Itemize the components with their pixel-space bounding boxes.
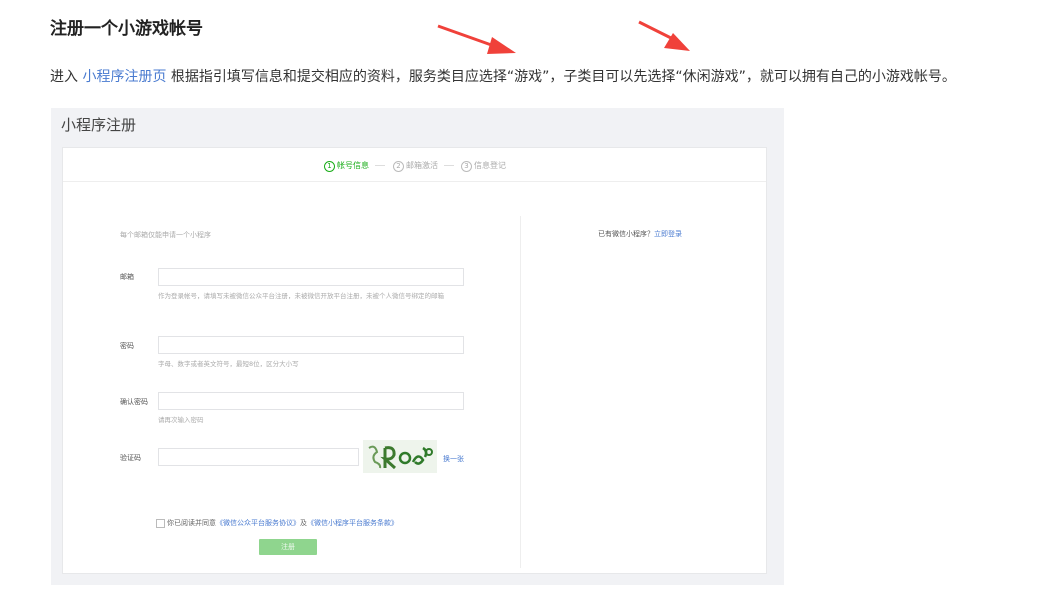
email-field[interactable] <box>158 268 464 286</box>
step-number: 2 <box>393 161 404 172</box>
captcha-glyphs <box>368 445 433 470</box>
step-indicator: 1 帐号信息 2 邮箱激活 3 信息登记 <box>63 148 766 182</box>
form-note: 每个邮箱仅能申请一个小程序 <box>120 231 211 239</box>
password-hint: 字母、数字或者英文符号，最短8位，区分大小写 <box>158 360 299 368</box>
step-account-info: 1 帐号信息 <box>324 160 369 172</box>
service-agreement-link[interactable]: 《微信公众平台服务协议》 <box>216 519 300 527</box>
captcha-image[interactable] <box>363 440 437 473</box>
step-separator <box>444 165 454 166</box>
registration-screenshot: 小程序注册 1 帐号信息 2 邮箱激活 3 信息登记 每个邮箱仅能申请一个小程序 邮箱… <box>51 108 784 585</box>
confirm-password-field[interactable] <box>158 392 464 410</box>
existing-account-prompt: 已有微信小程序？立即登录 <box>598 229 682 239</box>
step-email-activation: 2 邮箱激活 <box>393 160 438 172</box>
column-divider <box>520 216 521 568</box>
email-label: 邮箱 <box>120 273 134 281</box>
captcha-label: 验证码 <box>120 454 141 462</box>
step-info-registration: 3 信息登记 <box>461 160 506 172</box>
agree-mid: 及 <box>300 519 307 527</box>
password-field[interactable] <box>158 336 464 354</box>
login-link[interactable]: 立即登录 <box>654 230 682 238</box>
agreement-text: 你已阅读并同意《微信公众平台服务协议》及《微信小程序平台服务条款》 <box>167 518 398 528</box>
agree-prefix: 你已阅读并同意 <box>167 519 216 527</box>
existing-account-question: 已有微信小程序？ <box>598 230 654 238</box>
annotation-arrows <box>437 20 690 54</box>
step-label: 邮箱激活 <box>406 161 438 170</box>
step-number: 1 <box>324 161 335 172</box>
confirm-password-label: 确认密码 <box>120 398 148 406</box>
refresh-captcha-link[interactable]: 换一张 <box>443 454 464 464</box>
confirm-password-hint: 请再次输入密码 <box>158 416 204 424</box>
registration-card: 1 帐号信息 2 邮箱激活 3 信息登记 每个邮箱仅能申请一个小程序 邮箱 作为登录帐… <box>62 147 767 574</box>
arrow-to-game-category <box>437 24 516 54</box>
captcha-field[interactable] <box>158 448 359 466</box>
platform-terms-link[interactable]: 《微信小程序平台服务条款》 <box>307 519 398 527</box>
arrow-to-casual-game <box>638 20 690 51</box>
step-number: 3 <box>461 161 472 172</box>
agree-checkbox[interactable] <box>156 519 165 528</box>
step-label: 信息登记 <box>474 161 506 170</box>
password-label: 密码 <box>120 342 134 350</box>
step-separator <box>375 165 385 166</box>
step-label: 帐号信息 <box>337 161 369 170</box>
email-hint: 作为登录帐号，请填写未被微信公众平台注册，未被微信开放平台注册，未被个人微信号绑… <box>158 292 444 300</box>
register-button[interactable]: 注册 <box>259 539 317 555</box>
screenshot-title: 小程序注册 <box>61 116 137 134</box>
